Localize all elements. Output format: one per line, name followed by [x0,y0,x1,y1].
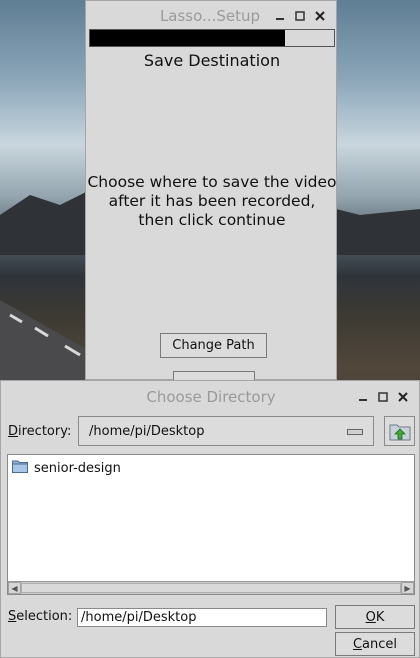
folder-up-button[interactable] [384,416,415,446]
progress-fill [90,30,286,46]
maximize-icon[interactable] [290,6,310,26]
directory-dropdown[interactable]: /home/pi/Desktop [78,416,374,446]
ok-button[interactable]: OK [335,605,415,629]
scroll-right-icon[interactable]: ▶ [401,582,414,594]
choose-directory-dialog: Choose Directory Directory: /home/pi/Des… [0,380,420,658]
list-item[interactable]: senior-design [12,459,121,477]
minimize-icon[interactable] [353,387,373,407]
scroll-left-icon[interactable]: ◀ [8,582,21,594]
scrollbar-thumb[interactable] [21,583,401,593]
list-item-label: senior-design [34,460,121,476]
folder-icon [12,459,28,477]
folder-up-icon [389,424,410,441]
selection-input[interactable] [77,608,327,627]
directory-label: Directory: [8,424,72,439]
minimize-icon[interactable] [270,6,290,26]
dropdown-indicator-icon[interactable] [347,429,363,435]
directory-listbox[interactable]: senior-design ◀ ▶ [7,454,415,595]
selection-label: Selection: [8,609,73,624]
dialog-titlebar[interactable]: Choose Directory [1,381,419,411]
instructions-line-1: Choose where to save the video [87,173,337,191]
instructions-line-3: then click continue [138,211,286,229]
close-icon[interactable] [310,6,330,26]
progress-bar [89,29,335,47]
directory-value: /home/pi/Desktop [89,424,205,439]
save-destination-heading: Save Destination [143,51,281,70]
horizontal-scrollbar[interactable]: ◀ ▶ [8,581,414,594]
instructions-line-2: after it has been recorded, [108,192,316,210]
instructions-text: Choose where to save the video after it … [86,173,338,230]
maximize-icon[interactable] [373,387,393,407]
cancel-button[interactable]: Cancel [335,632,415,656]
setup-titlebar[interactable]: Lasso...Setup [86,1,336,30]
setup-window-title: Lasso...Setup [159,6,260,25]
change-path-button[interactable]: Change Path [160,333,267,358]
setup-window: Lasso...Setup Save Destination Choose wh… [85,0,338,385]
close-icon[interactable] [393,387,413,407]
